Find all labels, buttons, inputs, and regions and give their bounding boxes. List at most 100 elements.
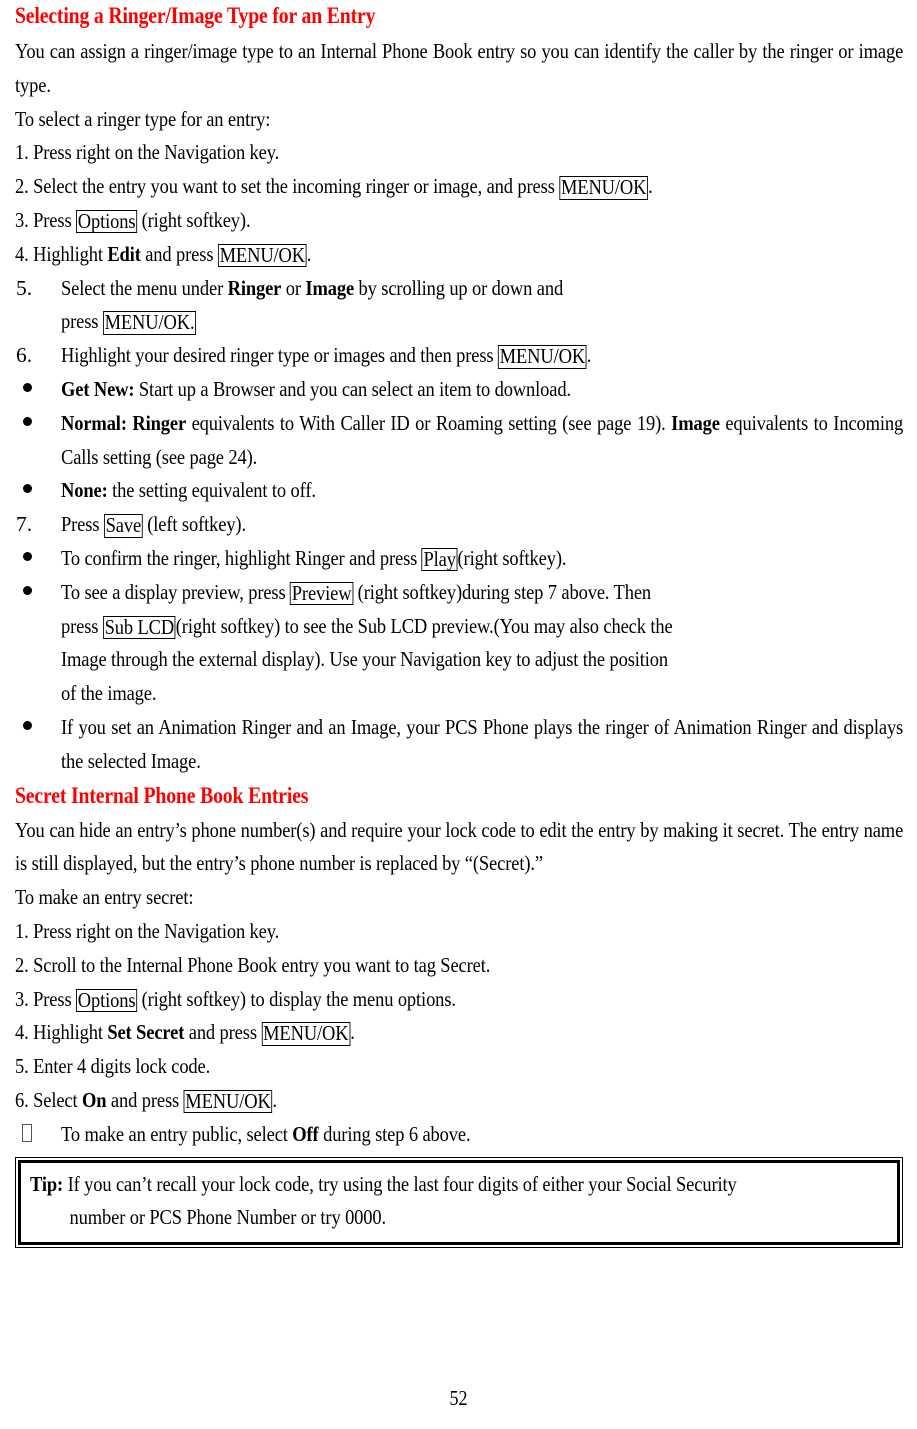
list-item-normal: Normal: Ringer equivalents to With Calle…: [15, 407, 903, 475]
ringer-menu-label: Ringer: [227, 275, 282, 300]
section-heading-ringer-image-type: Selecting a Ringer/Image Type for an Ent…: [15, 3, 376, 29]
step-text-tail: .: [272, 1087, 277, 1112]
bullet-preview-line-3: Image through the external display). Use…: [61, 647, 669, 672]
menu-ok-key-chip[interactable]: MENU/OK.: [102, 311, 197, 335]
page-number: 52: [449, 1386, 468, 1410]
step-number: 5.: [15, 1054, 29, 1079]
note-text: To make an entry public, select: [61, 1121, 293, 1146]
step-7-line-1: Press Save (left softkey).: [61, 508, 903, 542]
tip-label: Tip:: [30, 1171, 64, 1196]
play-softkey-chip[interactable]: Play: [421, 547, 458, 572]
step-text: Select: [33, 1087, 83, 1112]
bullet-normal-text: Normal: Ringer equivalents to With Calle…: [61, 407, 903, 475]
step-number: 4.: [15, 241, 29, 266]
save-softkey-chip[interactable]: Save: [103, 514, 143, 538]
step-text: Highlight: [33, 1020, 108, 1045]
step-number: 1.: [15, 140, 29, 165]
step-text-mid: or: [281, 275, 306, 300]
tip-callout-inner: Tip: If you can’t recall your lock code,…: [18, 1159, 900, 1245]
step-text: Press right on the Navigation key.: [33, 918, 280, 943]
edit-menu-label: Edit: [107, 241, 141, 266]
tip-line-2: number or PCS Phone Number or try 0000.: [69, 1205, 387, 1229]
bullet-animation-text: If you set an Animation Ringer and an Im…: [61, 714, 904, 773]
step-text-mid: and press: [106, 1087, 184, 1112]
step-4-ringer: 4. Highlight Edit and press MENU/OK.: [15, 238, 903, 272]
get-new-label: Get New:: [61, 376, 135, 401]
on-option-label: On: [82, 1087, 107, 1112]
none-label: None:: [61, 478, 108, 503]
menu-ok-key-chip[interactable]: MENU/OK: [261, 1022, 351, 1046]
bullet-text-1: equivalents to With Caller ID or Roaming…: [186, 410, 672, 435]
step-number: 1.: [15, 918, 29, 943]
step-text: Press: [33, 986, 77, 1011]
step-text-tail: .: [648, 174, 653, 199]
step-number: 3.: [15, 986, 29, 1011]
step-5-line-1: Select the menu under Ringer or Image by…: [61, 272, 903, 306]
step-5-line-2: press MENU/OK.: [61, 305, 903, 339]
intro-paragraph-ringer: You can assign a ringer/image type to an…: [15, 39, 904, 97]
step-text: Scroll to the Internal Phone Book entry …: [33, 952, 491, 977]
step-3-ringer: 3. Press Options (right softkey).: [15, 204, 903, 238]
step-number: 6.: [15, 1087, 29, 1112]
note-text-tail: during step 6 above.: [318, 1121, 471, 1146]
step-text: Enter 4 digits lock code.: [33, 1054, 211, 1079]
step-text: Highlight: [33, 241, 108, 266]
bullet-preview-line-1: To see a display preview, press Preview …: [61, 576, 903, 610]
set-secret-menu-label: Set Secret: [107, 1020, 185, 1045]
step-text-tail: .: [350, 1020, 355, 1045]
step-number: 3.: [15, 207, 29, 232]
bullet-text: press: [61, 613, 103, 638]
intro-lead-select-ringer: To select a ringer type for an entry:: [15, 106, 271, 131]
step-number: 4.: [15, 1020, 29, 1045]
step-text-mid: and press: [140, 241, 218, 266]
missing-glyph-bullet-icon: [15, 1118, 61, 1152]
list-item-confirm-ringer: To confirm the ringer, highlight Ringer …: [15, 542, 903, 576]
list-item-animation-ringer: If you set an Animation Ringer and an Im…: [15, 711, 903, 779]
menu-ok-key-chip[interactable]: MENU/OK: [559, 176, 649, 200]
menu-ok-key-chip[interactable]: MENU/OK: [497, 345, 587, 369]
bullet-icon: [15, 407, 61, 441]
bullet-preview-line-4: of the image.: [61, 681, 157, 706]
step-text-tail: .: [306, 241, 312, 266]
bullet-icon: [15, 474, 61, 508]
step-6-line-1: Highlight your desired ringer type or im…: [61, 339, 903, 373]
step-number: 7.: [16, 512, 33, 537]
bullet-none-text: None: the setting equivalent to off.: [61, 474, 903, 508]
intro-paragraph-secret: You can hide an entry’s phone number(s) …: [15, 817, 904, 876]
bullet-text-tail: (right softkey).: [457, 545, 567, 570]
menu-ok-key-chip[interactable]: MENU/OK: [217, 243, 307, 268]
off-option-label: Off: [292, 1121, 319, 1146]
bullet-text-tail: (right softkey)during step 7 above. Then: [353, 579, 652, 604]
step-5-ringer: 5. Select the menu under Ringer or Image…: [15, 272, 903, 340]
preview-softkey-chip[interactable]: Preview: [290, 581, 354, 606]
bullet-preview-line-2: press Sub LCD(right softkey) to see the …: [61, 610, 903, 644]
step-1-secret: 1. Press right on the Navigation key.: [15, 915, 903, 949]
step-text: Select the menu under: [61, 275, 228, 300]
options-softkey-chip[interactable]: Options: [76, 988, 138, 1013]
section-heading-secret-entries: Secret Internal Phone Book Entries: [15, 782, 309, 809]
step-7-ringer: 7. Press Save (left softkey).: [15, 508, 903, 542]
bullet-get-new-text: Get New: Start up a Browser and you can …: [61, 373, 903, 407]
step-number: 5.: [16, 275, 33, 300]
bullet-icon: [15, 542, 61, 576]
tip-text-1: If you can’t recall your lock code, try …: [63, 1171, 737, 1196]
step-6-secret: 6. Select On and press MENU/OK.: [15, 1084, 903, 1118]
bullet-text: Start up a Browser and you can select an…: [134, 376, 571, 401]
options-softkey-chip[interactable]: Options: [76, 209, 138, 234]
step-2-ringer: 2. Select the entry you want to set the …: [15, 170, 903, 204]
step-number: 6.: [16, 343, 33, 368]
image-label: Image: [671, 410, 720, 435]
step-text: Press: [33, 207, 77, 232]
note-make-entry-public: To make an entry public, select Off duri…: [15, 1118, 903, 1152]
list-item-display-preview: To see a display preview, press Preview …: [15, 576, 903, 711]
step-4-secret: 4. Highlight Set Secret and press MENU/O…: [15, 1016, 903, 1050]
tip-callout: Tip: If you can’t recall your lock code,…: [15, 1156, 903, 1248]
menu-ok-key-chip[interactable]: MENU/OK: [183, 1089, 273, 1114]
document-page: Selecting a Ringer/Image Type for an Ent…: [0, 0, 917, 1429]
step-6-ringer: 6. Highlight your desired ringer type or…: [15, 339, 903, 373]
step-text: press: [61, 309, 103, 334]
step-text-tail: .: [586, 343, 592, 368]
step-2-secret: 2. Scroll to the Internal Phone Book ent…: [15, 949, 903, 983]
bullet-text: To see a display preview, press: [61, 579, 291, 604]
sub-lcd-softkey-chip[interactable]: Sub LCD: [102, 615, 176, 640]
